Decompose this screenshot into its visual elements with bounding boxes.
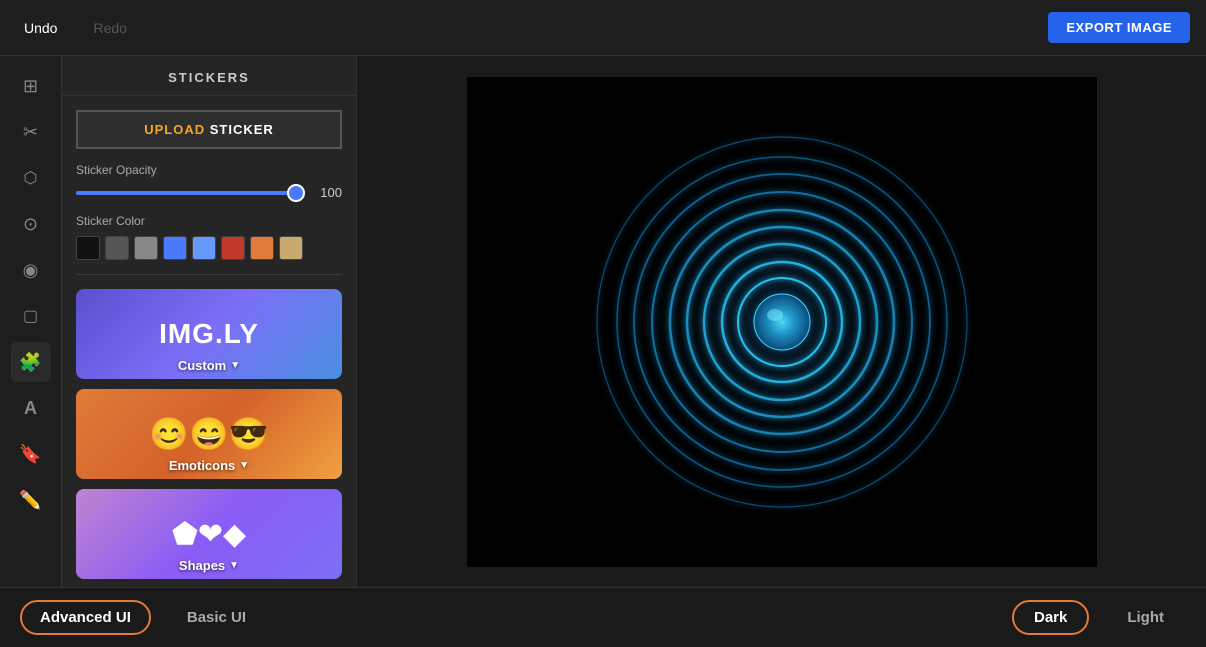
sticker-pack-emoticons-label: Emoticons ▼ bbox=[169, 458, 249, 473]
redo-button[interactable]: Redo bbox=[85, 16, 134, 40]
opacity-label: Sticker Opacity bbox=[76, 163, 342, 177]
upload-sticker-button[interactable]: UPLOAD STICKER bbox=[76, 110, 342, 149]
emoticons-preview: 😊😄😎 bbox=[149, 415, 269, 453]
color-swatches bbox=[76, 236, 342, 260]
color-swatch-6[interactable] bbox=[221, 236, 245, 260]
opacity-slider-track[interactable] bbox=[76, 191, 304, 195]
panel-inner: UPLOAD STICKER Sticker Opacity 100 Stick… bbox=[62, 96, 356, 587]
canvas-image[interactable] bbox=[467, 77, 1097, 567]
color-swatch-8[interactable] bbox=[279, 236, 303, 260]
text-icon: A bbox=[24, 398, 37, 419]
divider bbox=[76, 274, 342, 275]
brush-icon: ✏️ bbox=[19, 490, 41, 511]
color-swatch-3[interactable] bbox=[134, 236, 158, 260]
dark-theme-tab[interactable]: Dark bbox=[1012, 600, 1089, 635]
frame-icon: ▢ bbox=[23, 306, 38, 326]
export-image-button[interactable]: EXPORT IMAGE bbox=[1048, 12, 1190, 43]
bottom-bar-right: Dark Light bbox=[1012, 600, 1186, 635]
opacity-slider-row: 100 bbox=[76, 185, 342, 200]
color-swatch-4[interactable] bbox=[163, 236, 187, 260]
focus-icon-item[interactable]: ◉ bbox=[11, 250, 51, 290]
color-swatch-2[interactable] bbox=[105, 236, 129, 260]
bottom-bar: Advanced UI Basic UI Dark Light bbox=[0, 587, 1206, 647]
imgly-logo-text: IMG.LY bbox=[159, 318, 259, 350]
upload-label-highlight: UPLOAD bbox=[144, 122, 205, 137]
color-swatch-7[interactable] bbox=[250, 236, 274, 260]
main-area: ⊞ ✂ ⬡ ⊙ ◉ ▢ 🧩 A 🔖 ✏️ STICKERS bbox=[0, 56, 1206, 587]
filter-icon: ⬡ bbox=[24, 168, 38, 188]
custom-chevron-icon: ▼ bbox=[230, 360, 240, 371]
opacity-slider-thumb[interactable] bbox=[287, 184, 305, 202]
crop-icon-item[interactable]: ✂ bbox=[11, 112, 51, 152]
color-swatch-5[interactable] bbox=[192, 236, 216, 260]
sticker-icon: 🧩 bbox=[19, 352, 41, 373]
concentric-circles-svg bbox=[582, 122, 982, 522]
text-icon-item[interactable]: A bbox=[11, 388, 51, 428]
light-theme-tab[interactable]: Light bbox=[1105, 600, 1186, 635]
opacity-value: 100 bbox=[314, 185, 342, 200]
top-bar-left: Undo Redo bbox=[16, 16, 135, 40]
color-label: Sticker Color bbox=[76, 214, 342, 228]
focus-icon: ◉ bbox=[23, 260, 39, 281]
adjustment-icon-item[interactable]: ⊙ bbox=[11, 204, 51, 244]
canvas-area bbox=[357, 56, 1206, 587]
upload-label-rest: STICKER bbox=[210, 122, 274, 137]
opacity-slider-fill bbox=[76, 191, 304, 195]
layout-icon-item[interactable]: ⊞ bbox=[11, 66, 51, 106]
emoticons-chevron-icon: ▼ bbox=[239, 460, 249, 471]
undo-button[interactable]: Undo bbox=[16, 16, 65, 40]
overlay-icon-item[interactable]: 🔖 bbox=[11, 434, 51, 474]
sticker-icon-item[interactable]: 🧩 bbox=[11, 342, 51, 382]
panel-title: STICKERS bbox=[62, 56, 356, 96]
filter-icon-item[interactable]: ⬡ bbox=[11, 158, 51, 198]
basic-ui-tab[interactable]: Basic UI bbox=[167, 600, 266, 635]
brush-icon-item[interactable]: ✏️ bbox=[11, 480, 51, 520]
sticker-pack-custom-label: Custom ▼ bbox=[178, 358, 240, 373]
sticker-pack-custom[interactable]: IMG.LY Custom ▼ bbox=[76, 289, 342, 379]
icon-bar: ⊞ ✂ ⬡ ⊙ ◉ ▢ 🧩 A 🔖 ✏️ bbox=[0, 56, 62, 587]
shapes-preview: ⬟❤◆ bbox=[172, 517, 246, 552]
sticker-pack-shapes-label: Shapes ▼ bbox=[179, 558, 239, 573]
layout-icon: ⊞ bbox=[23, 76, 38, 97]
top-bar: Undo Redo EXPORT IMAGE bbox=[0, 0, 1206, 56]
frame-icon-item[interactable]: ▢ bbox=[11, 296, 51, 336]
sticker-pack-shapes[interactable]: ⬟❤◆ Shapes ▼ bbox=[76, 489, 342, 579]
adjustment-icon: ⊙ bbox=[23, 214, 38, 235]
color-swatch-1[interactable] bbox=[76, 236, 100, 260]
advanced-ui-tab[interactable]: Advanced UI bbox=[20, 600, 151, 635]
crop-icon: ✂ bbox=[23, 122, 38, 143]
sticker-pack-emoticons[interactable]: 😊😄😎 Emoticons ▼ bbox=[76, 389, 342, 479]
shapes-chevron-icon: ▼ bbox=[229, 560, 239, 571]
bottom-bar-left: Advanced UI Basic UI bbox=[20, 600, 266, 635]
overlay-icon: 🔖 bbox=[19, 444, 41, 465]
side-panel: STICKERS UPLOAD STICKER Sticker Opacity … bbox=[62, 56, 357, 587]
